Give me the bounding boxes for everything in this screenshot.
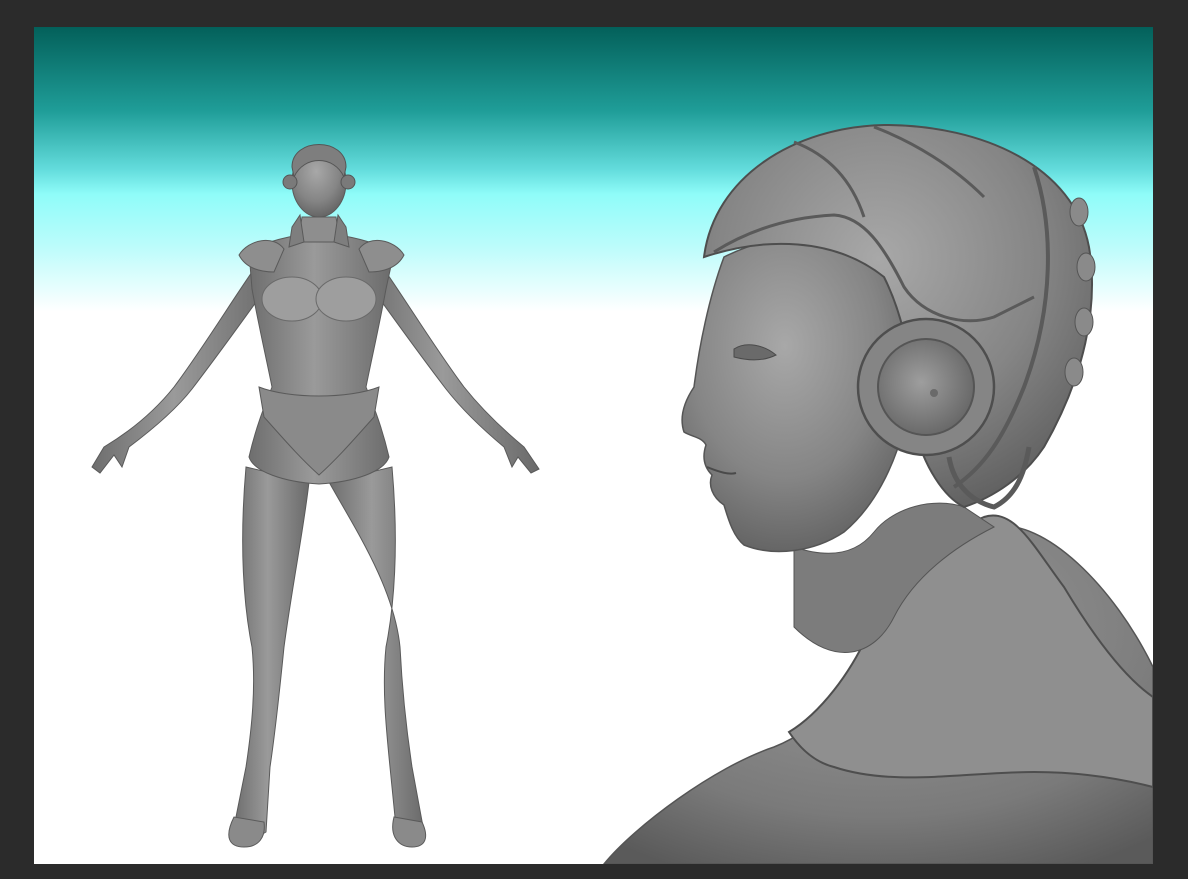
head-closeup	[603, 123, 1153, 864]
window-frame	[0, 0, 1188, 879]
render-viewport	[34, 27, 1153, 864]
full-body-figure	[91, 144, 540, 848]
headphone-earcup	[856, 317, 996, 457]
sculpt-render	[91, 123, 1153, 864]
